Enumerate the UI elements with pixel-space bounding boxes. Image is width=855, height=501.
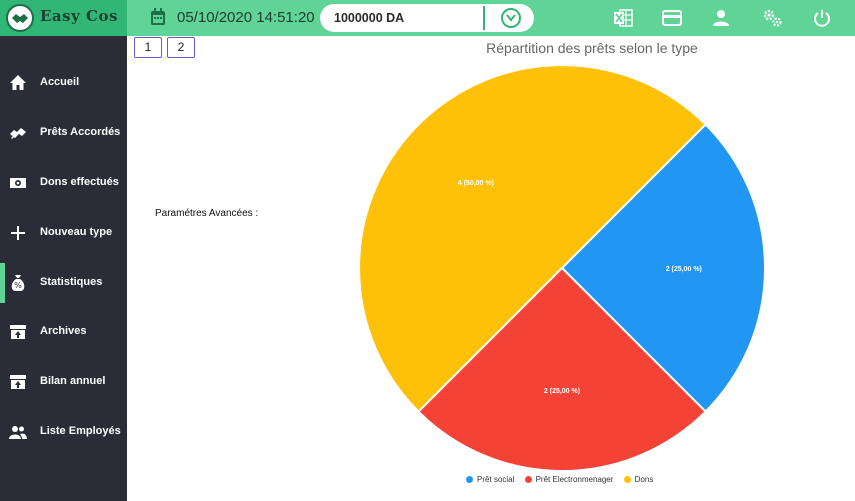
sidebar-item-label: Prêts Accordés bbox=[40, 126, 121, 138]
legend-item-pret-electromenager[interactable]: Prêt Electronmenager bbox=[524, 475, 614, 484]
page-button-2[interactable]: 2 bbox=[167, 37, 195, 58]
sidebar-item-accueil[interactable]: Accueil bbox=[0, 63, 127, 103]
sidebar-item-label: Accueil bbox=[40, 76, 80, 88]
cash-icon bbox=[10, 178, 26, 188]
handshake-icon bbox=[10, 128, 26, 139]
sidebar-item-bilan-annuel[interactable]: Bilan annuel bbox=[0, 362, 127, 402]
sidebar-item-liste-employes[interactable]: Liste Employés bbox=[0, 412, 127, 452]
sidebar-item-label: Liste Employés bbox=[40, 425, 121, 437]
balance-value: 1000000 DA bbox=[334, 11, 405, 25]
slice-label-0: 2 (25,00 %) bbox=[666, 266, 702, 273]
archive-icon bbox=[10, 325, 26, 339]
sidebar-item-statistiques[interactable]: % Statistiques bbox=[0, 263, 127, 303]
legend-dot bbox=[524, 476, 532, 483]
sidebar: Accueil Prêts Accordés Dons effectués No… bbox=[0, 36, 127, 501]
money-bag-icon: % bbox=[11, 275, 25, 291]
calendar-icon bbox=[151, 8, 165, 25]
handshake-logo-icon bbox=[6, 4, 34, 32]
chart-legend: Prêt social Prêt Electronmenager Dons bbox=[466, 475, 661, 484]
sidebar-item-archives[interactable]: Archives bbox=[0, 312, 127, 352]
user-icon[interactable] bbox=[711, 8, 731, 28]
current-datetime: 05/10/2020 14:51:20 bbox=[177, 9, 315, 26]
svg-text:%: % bbox=[14, 281, 22, 290]
home-icon bbox=[10, 75, 26, 90]
sidebar-item-nouveau-type[interactable]: Nouveau type bbox=[0, 213, 127, 253]
pie-chart: 2 (25,00 %) 2 (25,00 %) 4 (50,00 %) bbox=[358, 64, 766, 472]
excel-icon[interactable] bbox=[613, 8, 633, 28]
logo-text: Easy Cos bbox=[40, 7, 118, 25]
advanced-params-label: Paramétres Avancées : bbox=[155, 208, 259, 219]
slice-label-2: 4 (50,00 %) bbox=[458, 180, 494, 187]
sidebar-item-label: Bilan annuel bbox=[40, 375, 106, 387]
legend-label: Dons bbox=[634, 475, 654, 484]
chevron-down-icon[interactable] bbox=[501, 8, 521, 28]
legend-item-pret-social[interactable]: Prêt social bbox=[466, 475, 514, 484]
logo: Easy Cos bbox=[0, 0, 127, 36]
settings-icon[interactable] bbox=[762, 8, 784, 28]
legend-item-dons[interactable]: Dons bbox=[623, 475, 654, 484]
power-icon[interactable] bbox=[812, 8, 832, 28]
sidebar-item-dons-effectues[interactable]: Dons effectués bbox=[0, 163, 127, 203]
sidebar-item-label: Archives bbox=[40, 325, 87, 337]
card-icon[interactable] bbox=[662, 8, 682, 28]
people-icon bbox=[9, 426, 27, 439]
sidebar-item-label: Statistiques bbox=[40, 276, 103, 288]
sidebar-footer bbox=[6, 497, 126, 501]
sidebar-item-label: Dons effectués bbox=[40, 176, 119, 188]
slice-label-1: 2 (25,00 %) bbox=[544, 388, 580, 395]
sidebar-item-prets-accordes[interactable]: Prêts Accordés bbox=[0, 113, 127, 153]
top-bar: Easy Cos 05/10/2020 14:51:20 1000000 DA bbox=[0, 0, 855, 36]
plus-icon bbox=[11, 226, 25, 240]
archive-upload-icon bbox=[10, 375, 26, 389]
sidebar-item-label: Nouveau type bbox=[40, 226, 113, 238]
page-button-1[interactable]: 1 bbox=[134, 37, 162, 58]
legend-dot bbox=[623, 476, 631, 483]
chart-title: Répartition des prêts selon le type bbox=[486, 40, 698, 56]
legend-label: Prêt social bbox=[477, 475, 515, 484]
legend-label: Prêt Electronmenager bbox=[535, 475, 614, 484]
legend-dot bbox=[466, 476, 473, 483]
balance-selector[interactable]: 1000000 DA bbox=[320, 4, 534, 32]
balance-divider bbox=[483, 6, 485, 30]
